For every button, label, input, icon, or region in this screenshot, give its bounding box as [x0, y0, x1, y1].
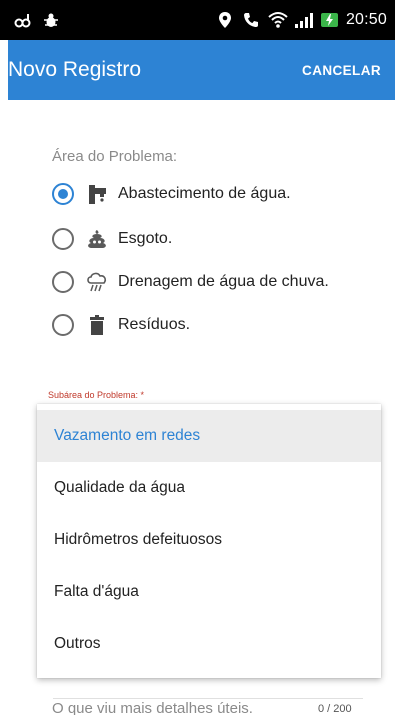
radio-option-water-supply[interactable]: Abastecimento de água. — [52, 180, 291, 208]
radio-option-label: Abastecimento de água. — [118, 185, 291, 202]
dropdown-option-water-shortage[interactable]: Falta d'água — [37, 566, 381, 618]
app-bar: Novo Registro CANCELAR — [8, 40, 395, 100]
dropdown-option-defective-meters[interactable]: Hidrômetros defeituosos — [37, 514, 381, 566]
subarea-dropdown-menu: Vazamento em redes Qualidade da água Hid… — [37, 404, 381, 678]
dropdown-option-water-quality[interactable]: Qualidade da água — [37, 462, 381, 514]
phone-icon — [242, 11, 260, 29]
status-bar: 20:50 — [0, 0, 395, 40]
link-icon — [14, 11, 32, 29]
bug-icon — [42, 11, 60, 29]
signal-icon — [294, 11, 313, 29]
cancel-button[interactable]: CANCELAR — [302, 63, 381, 78]
radio-option-waste[interactable]: Resíduos. — [52, 311, 190, 339]
radio-button[interactable] — [52, 314, 74, 336]
description-placeholder: O que viu mais detalhes úteis. — [52, 700, 253, 715]
rain-cloud-icon — [86, 271, 108, 293]
area-label: Área do Problema: — [52, 148, 178, 165]
water-tap-icon — [86, 183, 108, 205]
radio-option-label: Esgoto. — [118, 230, 173, 247]
character-counter: 0 / 200 — [318, 703, 352, 715]
wifi-icon — [268, 11, 288, 29]
radio-option-label: Resíduos. — [118, 316, 191, 333]
radio-option-rain-drainage[interactable]: Drenagem de água de chuva. — [52, 268, 329, 296]
radio-button-checked[interactable] — [52, 183, 74, 205]
location-icon — [216, 11, 234, 29]
radio-button[interactable] — [52, 271, 74, 293]
screen: 20:50 Novo Registro CANCELAR Área do Pro… — [0, 0, 395, 715]
radio-option-label: Drenagem de água de chuva. — [118, 273, 329, 290]
trash-icon — [86, 314, 108, 336]
radio-button[interactable] — [52, 228, 74, 250]
status-time: 20:50 — [345, 11, 387, 28]
sewage-icon — [86, 228, 108, 250]
radio-option-sewage[interactable]: Esgoto. — [52, 225, 172, 253]
page-title: Novo Registro — [8, 58, 142, 81]
battery-charging-icon — [320, 11, 338, 29]
dropdown-option-others[interactable]: Outros — [37, 618, 381, 670]
dropdown-option-pipe-leak[interactable]: Vazamento em redes — [37, 410, 381, 462]
subarea-label: Subárea do Problema: * — [48, 390, 145, 400]
